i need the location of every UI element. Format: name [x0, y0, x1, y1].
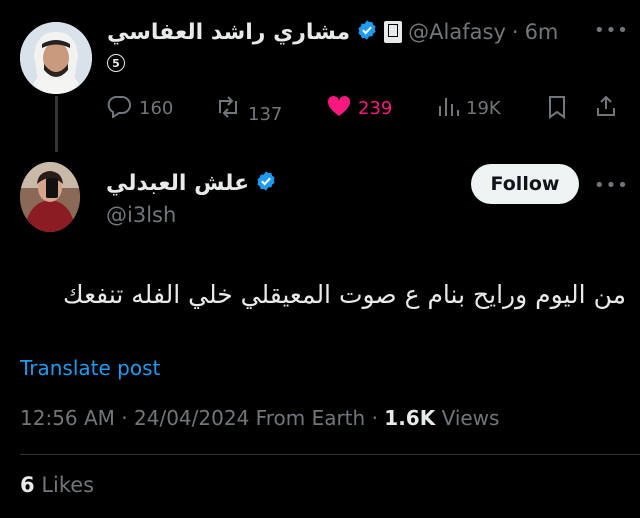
tweet-text: من اليوم ورايح بنام ع صوت المعيقلي خلي ا…	[63, 280, 626, 309]
parent-more-icon[interactable]: •••	[594, 20, 629, 41]
parent-number-badge: 5	[107, 54, 125, 72]
repost-button[interactable]: 137	[214, 94, 282, 125]
likes-label: Likes	[41, 473, 95, 497]
reply-handle[interactable]: @i3lsh	[106, 203, 176, 227]
reply-button[interactable]: 160	[107, 94, 173, 123]
parent-avatar[interactable]	[20, 22, 92, 94]
like-button[interactable]: 239	[326, 94, 392, 123]
parent-time[interactable]: 6m	[525, 20, 559, 44]
likes-summary[interactable]: 6 Likes	[20, 473, 94, 497]
tweet-time[interactable]: 12:56 AM	[20, 406, 115, 430]
like-icon	[326, 94, 352, 123]
reply-verified-icon	[255, 170, 277, 196]
views-count: 19K	[466, 98, 501, 119]
views-total[interactable]: 1.6K	[384, 406, 435, 430]
divider	[20, 454, 640, 455]
tweet-meta: 12:56 AM · 24/04/2024 From Earth · 1.6K …	[20, 406, 500, 430]
time-separator: ·	[511, 20, 519, 44]
share-icon[interactable]	[594, 94, 618, 122]
reply-icon	[107, 94, 133, 123]
views-icon	[436, 94, 460, 123]
tweet-date[interactable]: 24/04/2024	[134, 406, 249, 430]
reply-avatar[interactable]	[20, 162, 80, 232]
reply-display-name[interactable]: علش العبدلي	[106, 171, 249, 196]
repost-count: 137	[248, 104, 283, 125]
repost-icon	[214, 95, 242, 124]
affiliate-badge-icon	[384, 21, 403, 43]
reply-count: 160	[139, 98, 174, 119]
translate-post-link[interactable]: Translate post	[20, 356, 160, 380]
parent-display-name[interactable]: مشاري راشد العفاسي	[107, 20, 350, 45]
reply-more-icon[interactable]: •••	[594, 175, 629, 196]
views-label: Views	[441, 406, 500, 430]
likes-count: 6	[20, 473, 35, 497]
thread-line	[55, 96, 58, 152]
parent-handle[interactable]: @Alafasy	[408, 20, 506, 44]
bookmark-icon[interactable]	[547, 95, 567, 123]
like-count: 239	[358, 98, 393, 119]
follow-button[interactable]: Follow	[471, 164, 579, 204]
views-button[interactable]: 19K	[436, 94, 501, 123]
tweet-location: From Earth	[255, 406, 366, 430]
verified-icon	[356, 19, 378, 45]
